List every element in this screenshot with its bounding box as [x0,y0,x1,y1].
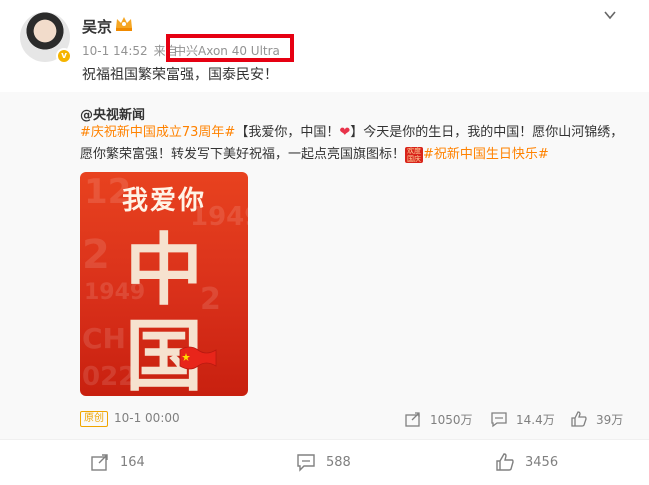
comment-button[interactable]: 588 [296,452,351,472]
share-count: 164 [120,454,145,470]
hashtag-link[interactable]: #祝新中国生日快乐# [423,147,549,162]
share-button[interactable]: 164 [90,452,145,472]
like-button[interactable]: 3456 [495,452,558,472]
post-meta: 10-1 14:52 来自 [82,42,178,59]
repost-share-button[interactable]: 1050万 [404,410,473,428]
repost-footer: 原创 10-1 00:00 1050万 14.4万 39万 [80,410,625,430]
thumbs-up-icon [571,411,587,427]
repost-text-a: 【我爱你，中国！ [235,125,340,140]
poster-image[interactable]: 12 1949 2 1949 2 CH 022 我爱你 中 国 [80,172,248,396]
chevron-down-icon[interactable] [603,8,617,22]
repost-comment-count: 14.4万 [516,412,555,427]
repost-like-button[interactable]: 39万 [570,410,623,428]
post-action-bar: 164 588 3456 [0,439,649,485]
device-highlight-box [166,34,294,62]
national-flag-icon [179,346,217,370]
original-badge: 原创 [80,411,108,427]
repost-comment-button[interactable]: 14.4万 [490,410,555,428]
avatar[interactable]: v [20,12,72,64]
post-text: 祝福祖国繁荣富强，国泰民安！ [82,67,278,83]
like-count: 3456 [525,454,559,470]
repost-body: #庆祝新中国成立73周年#【我爱你，中国！❤】今天是你的生日，我的中国！愿你山河… [80,122,625,166]
crown-vip-icon [116,17,132,31]
heart-icon: ❤ [339,125,351,140]
poster-big-char-2: 国 [124,312,203,396]
repost-card[interactable]: @央视新闻 #庆祝新中国成立73周年#【我爱你，中国！❤】今天是你的生日，我的中… [0,92,649,439]
share-icon [91,454,108,471]
repost-author[interactable]: @央视新闻 [80,104,145,123]
comment-icon [491,412,507,428]
comment-icon [297,454,315,472]
repost-like-count: 39万 [596,412,624,427]
share-icon [405,412,420,427]
verified-badge-icon: v [56,48,72,64]
national-day-badge-icon: 欢度国庆 [405,146,424,163]
post-timestamp[interactable]: 10-1 14:52 [82,44,148,58]
weibo-post: v 吴京 10-1 14:52 来自 中兴Axon 40 Ultra 祝福祖国繁荣… [0,0,649,485]
repost-share-count: 1050万 [430,412,473,427]
hashtag-link[interactable]: #庆祝新中国成立73周年# [80,125,235,140]
thumbs-up-icon [496,453,514,471]
original-timestamp[interactable]: 10-1 00:00 [114,411,180,425]
comment-count: 588 [326,454,351,470]
username[interactable]: 吴京 [82,16,112,37]
